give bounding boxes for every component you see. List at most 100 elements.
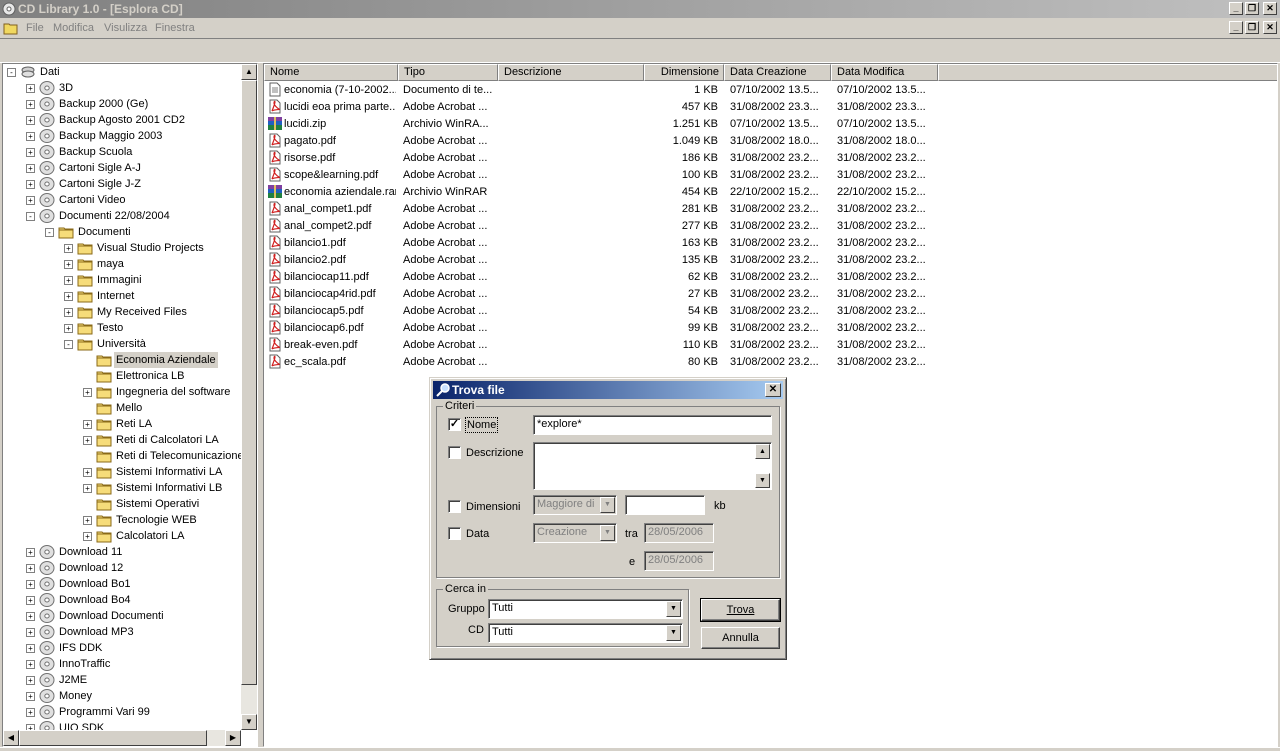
table-row[interactable]: economia (7-10-2002... Documento di te...…	[264, 82, 1277, 99]
tree-item-cd[interactable]: + Download MP3	[3, 624, 241, 640]
tree-item-folder[interactable]: + Sistemi Informativi LA	[3, 464, 241, 480]
desc-scroll-up[interactable]: ▲	[755, 444, 770, 459]
expand-icon[interactable]: +	[64, 244, 73, 253]
expand-icon[interactable]: +	[26, 580, 35, 589]
tree-item-cd[interactable]: + Download Documenti	[3, 608, 241, 624]
scroll-up-button[interactable]: ▲	[241, 64, 257, 80]
table-row[interactable]: economia aziendale.rar Archivio WinRAR 454…	[264, 184, 1277, 201]
dimensioni-input[interactable]	[625, 495, 705, 515]
expand-icon[interactable]: +	[26, 564, 35, 573]
date-to-input[interactable]: 28/05/2006	[644, 551, 714, 571]
tree-item-cd[interactable]: + Backup Maggio 2003	[3, 128, 241, 144]
cd-tree[interactable]: - Dati +3D + Backup 2000 (Ge) + Backup Agosto …	[3, 64, 241, 730]
tree-item-folder[interactable]: + Testo	[3, 320, 241, 336]
collapse-icon[interactable]: -	[7, 68, 16, 77]
table-row[interactable]: lucidi eoa prima parte... Adobe Acrobat .…	[264, 99, 1277, 116]
descrizione-textarea[interactable]	[533, 442, 772, 490]
scroll-left-button[interactable]: ◀	[3, 730, 19, 746]
collapse-icon[interactable]: -	[45, 228, 54, 237]
table-row[interactable]: bilanciocap11.pdf Adobe Acrobat ... 62 KB 3…	[264, 269, 1277, 286]
tree-item-folder[interactable]: + Visual Studio Projects	[3, 240, 241, 256]
expand-icon[interactable]: +	[26, 196, 35, 205]
tree-item-folder[interactable]: - Università	[3, 336, 241, 352]
chevron-down-icon[interactable]: ▼	[666, 625, 681, 641]
tree-item-folder[interactable]: - Documenti	[3, 224, 241, 240]
tree-item-folder[interactable]: Mello	[3, 400, 241, 416]
expand-icon[interactable]: +	[64, 324, 73, 333]
tree-item-folder[interactable]: + Internet	[3, 288, 241, 304]
expand-icon[interactable]: +	[83, 388, 92, 397]
tree-item-cd[interactable]: + Cartoni Sigle J-Z	[3, 176, 241, 192]
column-header-descrizione[interactable]: Descrizione	[498, 64, 644, 81]
tree-item-cd[interactable]: + Backup Agosto 2001 CD2	[3, 112, 241, 128]
expand-icon[interactable]: +	[26, 84, 35, 93]
collapse-icon[interactable]: -	[26, 212, 35, 221]
expand-icon[interactable]: +	[26, 708, 35, 717]
expand-icon[interactable]: +	[64, 276, 73, 285]
expand-icon[interactable]: +	[83, 436, 92, 445]
expand-icon[interactable]: +	[26, 596, 35, 605]
expand-icon[interactable]: +	[83, 420, 92, 429]
expand-icon[interactable]: +	[64, 292, 73, 301]
date-from-input[interactable]: 28/05/2006	[644, 523, 714, 543]
table-row[interactable]: anal_compet2.pdf Adobe Acrobat ... 277 KB 3…	[264, 218, 1277, 235]
tree-item-folder[interactable]: + My Received Files	[3, 304, 241, 320]
expand-icon[interactable]: +	[83, 532, 92, 541]
scroll-right-button[interactable]: ▶	[225, 730, 241, 746]
cd-select[interactable]: Tutti ▼	[488, 623, 683, 643]
tree-item-folder[interactable]: + maya	[3, 256, 241, 272]
tree-item-cd[interactable]: + InnoTraffic	[3, 656, 241, 672]
table-row[interactable]: bilanciocap6.pdf Adobe Acrobat ... 99 KB 31…	[264, 320, 1277, 337]
child-restore-button[interactable]: ❐	[1245, 21, 1259, 34]
table-row[interactable]: pagato.pdf Adobe Acrobat ... 1.049 KB 31/08…	[264, 133, 1277, 150]
expand-icon[interactable]: +	[26, 660, 35, 669]
tree-item-folder[interactable]: Sistemi Operativi	[3, 496, 241, 512]
tree-item-cd[interactable]: - Documenti 22/08/2004	[3, 208, 241, 224]
tree-item-cd[interactable]: + UIQ SDK	[3, 720, 241, 730]
tree-item-folder[interactable]: + Reti di Calcolatori LA	[3, 432, 241, 448]
tree-item-cd[interactable]: + Cartoni Sigle A-J	[3, 160, 241, 176]
expand-icon[interactable]: +	[83, 468, 92, 477]
tree-item-folder[interactable]: + Ingegneria del software	[3, 384, 241, 400]
tree-item-root[interactable]: - Dati	[3, 64, 241, 80]
tree-item-cd[interactable]: + IFS DDK	[3, 640, 241, 656]
tree-item-cd[interactable]: + Money	[3, 688, 241, 704]
child-minimize-button[interactable]: _	[1229, 21, 1243, 34]
column-header-nome[interactable]: Nome	[264, 64, 398, 81]
table-row[interactable]: bilancio1.pdf Adobe Acrobat ... 163 KB 31/0…	[264, 235, 1277, 252]
expand-icon[interactable]: +	[83, 516, 92, 525]
table-row[interactable]: bilanciocap5.pdf Adobe Acrobat ... 54 KB 31…	[264, 303, 1277, 320]
hscroll-thumb[interactable]	[19, 730, 207, 746]
tree-item-folder[interactable]: + Calcolatori LA	[3, 528, 241, 544]
tree-item-cd[interactable]: + Backup 2000 (Ge)	[3, 96, 241, 112]
column-header-data-modifica[interactable]: Data Modifica	[831, 64, 938, 81]
menu-visulizza[interactable]: Visulizza	[104, 18, 147, 38]
tree-item-folder[interactable]: + Sistemi Informativi LB	[3, 480, 241, 496]
dimensioni-checkbox[interactable]	[448, 500, 461, 513]
expand-icon[interactable]: +	[26, 548, 35, 557]
column-header-data-creazione[interactable]: Data Creazione	[724, 64, 831, 81]
expand-icon[interactable]: +	[83, 484, 92, 493]
column-header-tipo[interactable]: Tipo	[398, 64, 498, 81]
data-checkbox[interactable]	[448, 527, 461, 540]
dimensioni-operator-select[interactable]: Maggiore di ▼	[533, 495, 617, 515]
dialog-close-button[interactable]: ✕	[765, 383, 781, 397]
scroll-thumb[interactable]	[241, 80, 257, 685]
table-row[interactable]: anal_compet1.pdf Adobe Acrobat ... 281 KB 3…	[264, 201, 1277, 218]
expand-icon[interactable]: +	[26, 148, 35, 157]
close-button[interactable]: ✕	[1263, 2, 1277, 15]
expand-icon[interactable]: +	[26, 100, 35, 109]
table-row[interactable]: ec_scala.pdf Adobe Acrobat ... 80 KB 31/08/…	[264, 354, 1277, 371]
tree-item-cd[interactable]: + Download 12	[3, 560, 241, 576]
nome-input[interactable]: *explore*	[533, 415, 772, 435]
desc-scroll-down[interactable]: ▼	[755, 473, 770, 488]
expand-icon[interactable]: +	[26, 116, 35, 125]
gruppo-select[interactable]: Tutti ▼	[488, 599, 683, 619]
tree-item-cd[interactable]: +3D	[3, 80, 241, 96]
tree-item-cd[interactable]: + Backup Scuola	[3, 144, 241, 160]
child-close-button[interactable]: ✕	[1263, 21, 1277, 34]
table-row[interactable]: bilancio2.pdf Adobe Acrobat ... 135 KB 31/0…	[264, 252, 1277, 269]
menu-file[interactable]: File	[26, 18, 44, 38]
tree-item-folder[interactable]: Reti di Telecomunicazione	[3, 448, 241, 464]
annulla-button[interactable]: Annulla	[701, 627, 780, 649]
